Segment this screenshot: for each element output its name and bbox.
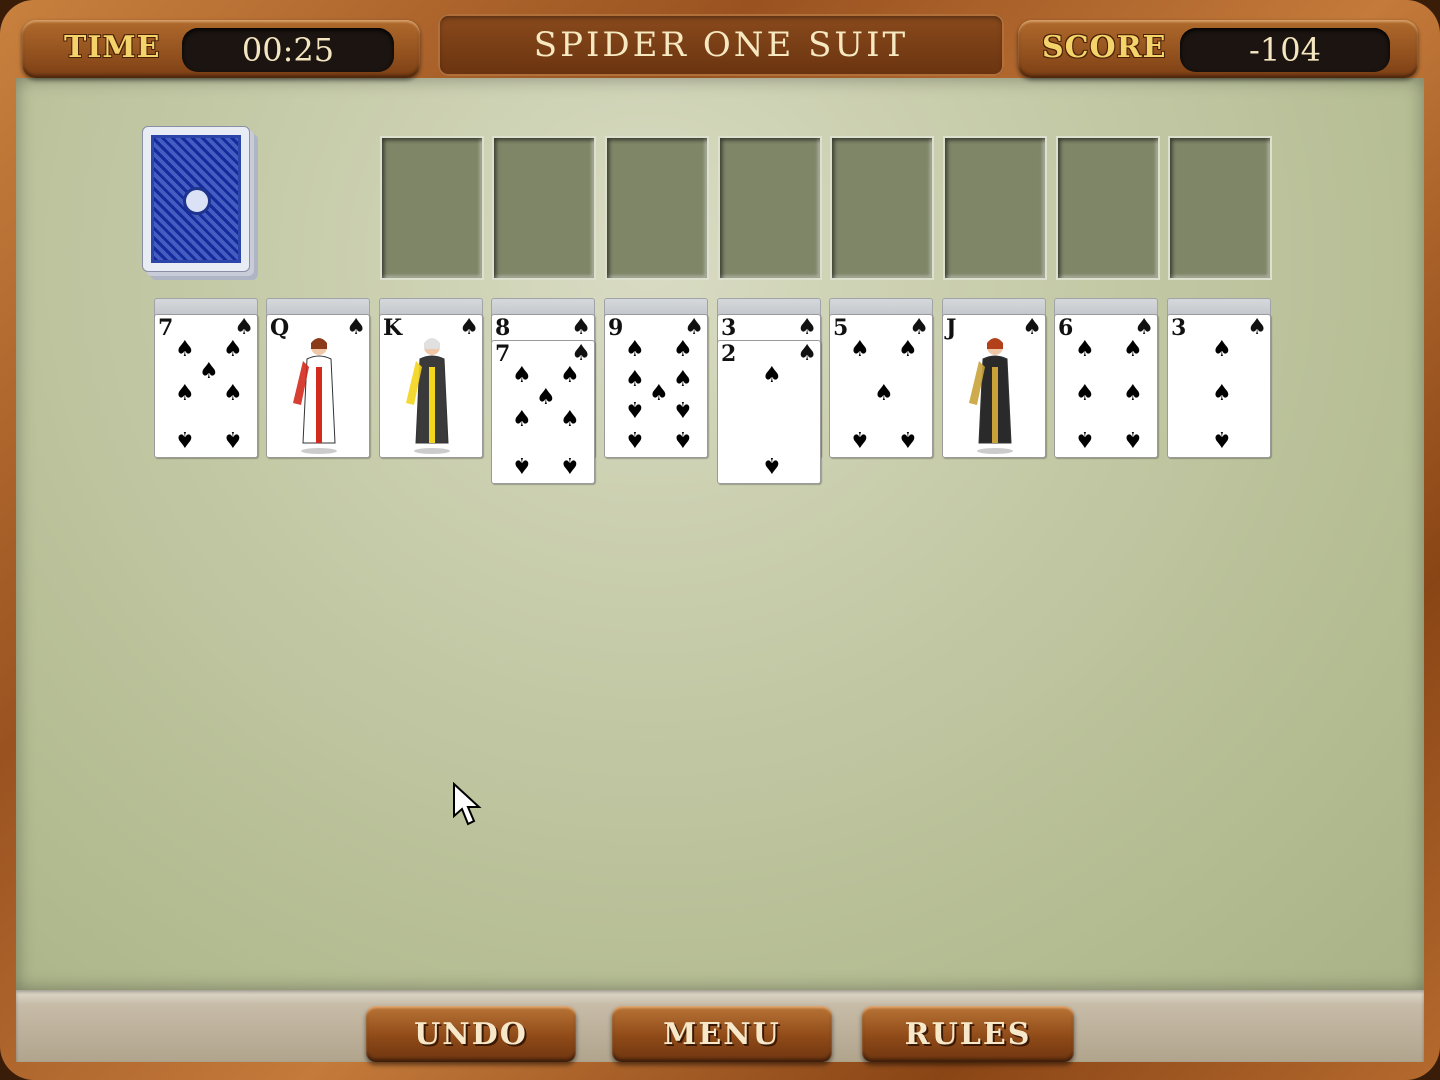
spade-icon: ♠: [673, 426, 693, 451]
foundation-slot[interactable]: [943, 136, 1047, 280]
spade-icon: ♠: [625, 426, 645, 451]
foundation-slot[interactable]: [718, 136, 822, 280]
spade-icon: ♠: [1212, 337, 1232, 362]
spade-icon: ♠: [1212, 381, 1232, 406]
spade-icon: ♠: [673, 337, 693, 362]
playing-card[interactable]: 2 ♠ ♠ ♠: [717, 340, 821, 484]
game-title: SPIDER ONE SUIT: [438, 14, 1004, 76]
spade-icon: ♠: [512, 363, 532, 388]
spade-icon: ♠: [625, 396, 645, 421]
card-rank: 5: [833, 315, 849, 341]
card-back-icon: [142, 126, 250, 272]
card-back-emblem: [183, 187, 211, 215]
spade-icon: ♠: [898, 337, 918, 362]
foundation-slot[interactable]: [1168, 136, 1272, 280]
card-pips: ♠ ♠ ♠ ♠ ♠: [848, 337, 918, 452]
playing-card[interactable]: K ♠: [379, 314, 483, 458]
spade-icon: ♠: [560, 407, 580, 432]
spade-icon: ♠: [223, 426, 243, 451]
card-pips: ♠ ♠ ♠ ♠ ♠ ♠ ♠: [173, 337, 243, 452]
card-rank: 8: [495, 315, 511, 341]
stock-pile[interactable]: [142, 126, 262, 278]
foundation-slot[interactable]: [605, 136, 709, 280]
foundation-slot[interactable]: [1056, 136, 1160, 280]
mouse-cursor-icon: [453, 782, 482, 826]
spade-icon: ♠: [1075, 381, 1095, 406]
spade-icon: ♠: [223, 381, 243, 406]
menu-button[interactable]: MENU: [612, 1006, 832, 1062]
card-rank: Q: [270, 315, 290, 341]
face-figure-icon: [293, 338, 337, 454]
spade-icon: ♠: [1123, 381, 1143, 406]
score-value: -104: [1180, 28, 1390, 72]
time-value: 00:25: [182, 28, 394, 72]
spade-icon: ♠: [898, 426, 918, 451]
spade-icon: ♠: [175, 337, 195, 362]
card-rank: 6: [1058, 315, 1074, 341]
spade-icon: ♠: [512, 407, 532, 432]
card-pips: ♠ ♠ ♠ ♠ ♠ ♠ ♠: [510, 363, 580, 478]
spade-icon: ♠: [1212, 426, 1232, 451]
card-rank: 3: [721, 315, 737, 341]
spade-icon: ♠: [673, 396, 693, 421]
spade-icon: ♠: [649, 381, 669, 406]
spade-icon: ♠: [673, 367, 693, 392]
face-figure-icon: [406, 338, 450, 454]
spade-icon: ♠: [1022, 315, 1042, 340]
card-rank: 9: [608, 315, 624, 341]
spade-icon: ♠: [512, 452, 532, 477]
time-label: TIME: [64, 30, 161, 65]
spade-icon: ♠: [762, 363, 782, 388]
spade-icon: ♠: [850, 337, 870, 362]
card-pips: ♠ ♠ ♠: [1186, 337, 1254, 452]
spade-icon: ♠: [797, 315, 817, 340]
card-pips: ♠ ♠ ♠ ♠ ♠ ♠: [1073, 337, 1143, 452]
card-rank: 2: [721, 341, 737, 367]
spade-icon: ♠: [199, 359, 219, 384]
foundation-slot[interactable]: [830, 136, 934, 280]
spade-icon: ♠: [1247, 315, 1267, 340]
spade-icon: ♠: [625, 337, 645, 362]
card-rank: K: [383, 315, 403, 341]
spade-icon: ♠: [223, 337, 243, 362]
card-rank: J: [946, 315, 957, 341]
spade-icon: ♠: [346, 315, 366, 340]
face-figure-icon: [969, 338, 1013, 454]
spade-icon: ♠: [1075, 337, 1095, 362]
card-rank: 7: [158, 315, 174, 341]
spade-icon: ♠: [560, 452, 580, 477]
playing-card[interactable]: 6 ♠ ♠ ♠ ♠ ♠ ♠ ♠: [1054, 314, 1158, 458]
spade-icon: ♠: [1075, 426, 1095, 451]
playing-card[interactable]: 3 ♠ ♠ ♠ ♠: [1167, 314, 1271, 458]
spade-icon: ♠: [459, 315, 479, 340]
undo-button[interactable]: UNDO: [366, 1006, 576, 1062]
spade-icon: ♠: [1123, 426, 1143, 451]
spade-icon: ♠: [175, 426, 195, 451]
spade-icon: ♠: [797, 341, 817, 366]
spade-icon: ♠: [762, 452, 782, 477]
playing-card[interactable]: 7 ♠ ♠ ♠ ♠ ♠ ♠ ♠ ♠: [154, 314, 258, 458]
spade-icon: ♠: [850, 426, 870, 451]
score-label: SCORE: [1042, 30, 1167, 65]
playing-card[interactable]: 7 ♠ ♠ ♠ ♠ ♠ ♠ ♠ ♠: [491, 340, 595, 484]
spade-icon: ♠: [625, 367, 645, 392]
spade-icon: ♠: [536, 385, 556, 410]
foundation-slot[interactable]: [492, 136, 596, 280]
playing-card[interactable]: Q ♠: [266, 314, 370, 458]
foundation-slot[interactable]: [380, 136, 484, 280]
card-pips: ♠ ♠ ♠ ♠ ♠ ♠ ♠ ♠ ♠: [623, 337, 693, 452]
spade-icon: ♠: [1123, 337, 1143, 362]
card-rank: 7: [495, 341, 511, 367]
spade-icon: ♠: [175, 381, 195, 406]
card-pips: ♠ ♠: [736, 363, 804, 478]
playing-card[interactable]: 9 ♠ ♠ ♠ ♠ ♠ ♠ ♠ ♠ ♠ ♠: [604, 314, 708, 458]
playing-card[interactable]: J ♠: [942, 314, 1046, 458]
card-rank: 3: [1171, 315, 1187, 341]
rules-button[interactable]: RULES: [862, 1006, 1074, 1062]
spade-icon: ♠: [560, 363, 580, 388]
spade-icon: ♠: [874, 381, 894, 406]
playing-card[interactable]: 5 ♠ ♠ ♠ ♠ ♠ ♠: [829, 314, 933, 458]
